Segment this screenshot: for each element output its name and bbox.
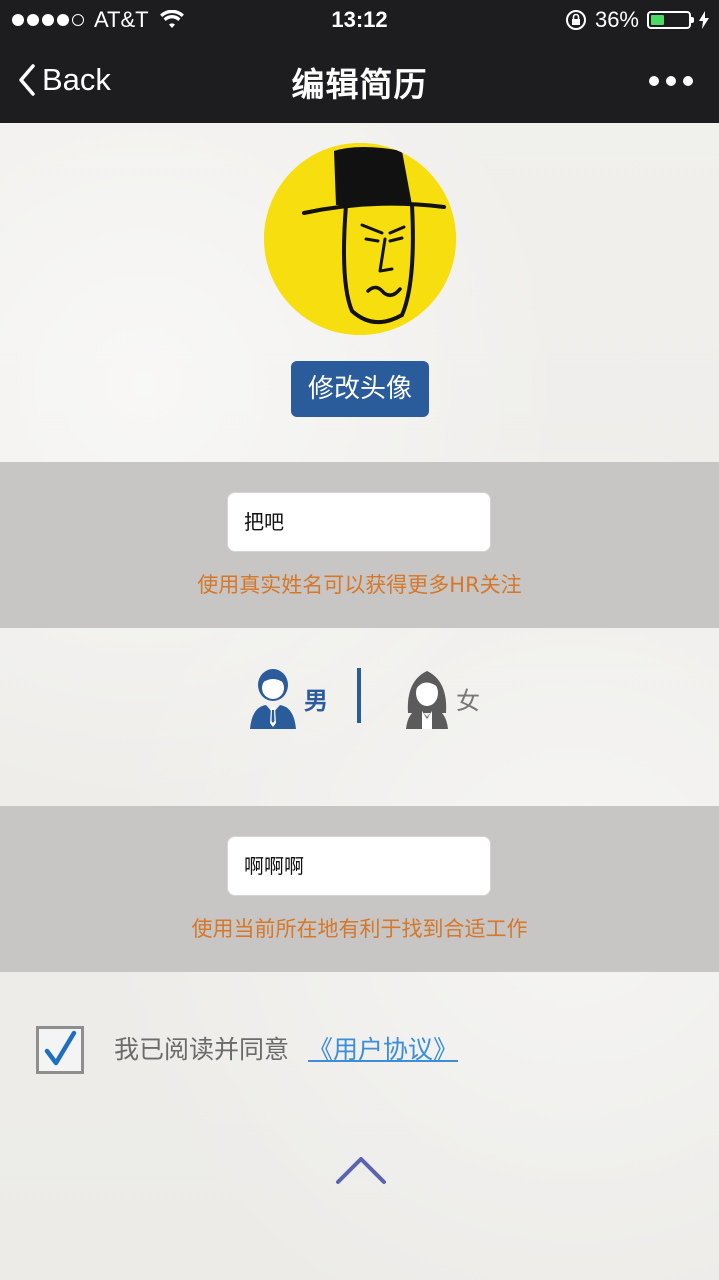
page-title: 编辑简历 — [291, 65, 428, 104]
ellipsis-icon[interactable] — [649, 76, 693, 86]
ellipsis-dot — [649, 76, 659, 86]
female-label: 女 — [456, 686, 480, 715]
name-hint: 使用真实姓名可以获得更多HR关注 — [197, 573, 522, 597]
battery-percent: 36% — [594, 7, 639, 32]
status-bar: AT&T 13:12 36% — [0, 0, 719, 40]
location-hint: 使用当前所在地有利于找到合适工作 — [191, 917, 528, 941]
ellipsis-dot — [683, 76, 693, 86]
battery-icon — [647, 11, 694, 29]
gender-female-option[interactable]: 女 — [404, 667, 480, 729]
male-label: 男 — [304, 686, 328, 715]
gender-divider — [357, 668, 361, 723]
avatar-drawing — [264, 143, 456, 335]
checkmark-icon — [44, 1030, 77, 1066]
chevron-up-icon[interactable] — [335, 1155, 387, 1185]
agreement-text: 我已阅读并同意 — [114, 1035, 290, 1064]
agreement-checkbox[interactable] — [36, 1026, 84, 1074]
gender-male-option[interactable]: 男 — [248, 667, 328, 729]
battery-level — [651, 15, 664, 25]
ellipsis-dot — [666, 76, 676, 86]
male-user-icon — [250, 669, 296, 729]
change-avatar-button[interactable]: 修改头像 — [291, 361, 429, 417]
charging-bolt-icon — [699, 11, 709, 29]
nav-bar: Back 编辑简历 — [0, 40, 719, 123]
user-agreement-link[interactable]: 《用户协议》 — [308, 1030, 458, 1066]
name-input[interactable]: 把吧 — [227, 492, 491, 552]
avatar[interactable] — [264, 143, 456, 335]
status-right: 36% — [565, 7, 709, 33]
female-user-icon — [406, 671, 448, 729]
orientation-lock-icon — [565, 10, 586, 30]
location-input[interactable]: 啊啊啊 — [227, 836, 491, 896]
